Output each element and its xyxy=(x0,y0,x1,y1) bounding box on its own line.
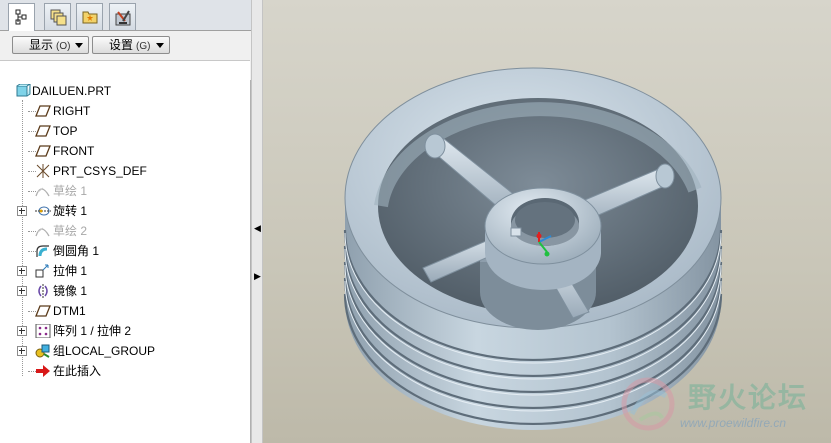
tree-item-top[interactable]: TOP xyxy=(0,121,250,141)
tree-item-local-group[interactable]: 组LOCAL_GROUP xyxy=(0,341,250,361)
tree-item-label: FRONT xyxy=(53,144,95,158)
tree-item-label: 阵列 1 / 拉伸 2 xyxy=(53,324,132,338)
tree-root-label: DAILUEN.PRT xyxy=(32,84,112,98)
tree-item-revolve-1[interactable]: 旋转 1 xyxy=(0,201,250,221)
watermark-url: www.proewildfire.cn xyxy=(680,416,787,430)
watermark-logo xyxy=(621,377,675,431)
pattern-icon xyxy=(35,324,51,338)
tree-item-dtm1[interactable]: DTM1 xyxy=(0,301,250,321)
tab-layers[interactable] xyxy=(44,3,71,30)
insert-here-arrow-icon xyxy=(36,365,50,377)
tree-item-label: 在此插入 xyxy=(53,364,102,378)
expand-toggle[interactable] xyxy=(17,266,27,276)
settings-dropdown-label: 设置 xyxy=(109,38,134,52)
model-tree: DAILUEN.PRT RIGHT TOP FRONT PRT_CSYS_DEF xyxy=(0,80,251,443)
settings-shortcut: (G) xyxy=(136,41,151,52)
chevron-down-icon xyxy=(75,43,83,48)
part-icon xyxy=(16,84,31,97)
tree-item-label: 镜像 1 xyxy=(53,284,88,298)
tree-item-label: PRT_CSYS_DEF xyxy=(53,164,147,178)
tree-item-extrude-1[interactable]: 拉伸 1 xyxy=(0,261,250,281)
round-icon xyxy=(36,245,49,257)
tree-item-mirror-1[interactable]: 镜像 1 xyxy=(0,281,250,301)
tree-item-label: 草绘 2 xyxy=(53,224,88,238)
datum-plane-icon xyxy=(35,105,51,117)
layers-icon xyxy=(50,9,67,26)
model-tree-icon xyxy=(15,9,27,25)
tree-item-sketch-1[interactable]: 草绘 1 xyxy=(0,181,250,201)
chevron-down-icon xyxy=(156,43,164,48)
navigator-tab-strip xyxy=(0,0,253,31)
tree-item-front[interactable]: FRONT xyxy=(0,141,250,161)
tree-item-pattern-1[interactable]: 阵列 1 / 拉伸 2 xyxy=(0,321,250,341)
tree-item-round-1[interactable]: 倒圆角 1 xyxy=(0,241,250,261)
datum-plane-icon xyxy=(35,125,51,137)
expand-toggle[interactable] xyxy=(17,206,27,216)
tree-item-label: 草绘 1 xyxy=(53,184,88,198)
tree-item-label: 组LOCAL_GROUP xyxy=(53,344,156,358)
tree-item-label: 旋转 1 xyxy=(53,204,88,218)
watermark: 野火论坛 www.proewildfire.cn xyxy=(618,372,828,440)
sketch-icon xyxy=(35,227,50,237)
coordinate-system-icon xyxy=(36,164,50,178)
tab-favorites[interactable] xyxy=(76,3,103,30)
tree-item-label: 拉伸 1 xyxy=(53,264,88,278)
tab-tools[interactable] xyxy=(109,3,136,30)
group-icon xyxy=(35,344,50,358)
tree-item-label: TOP xyxy=(53,124,78,138)
tree-item-insert-here[interactable]: 在此插入 xyxy=(0,361,250,381)
datum-plane-icon xyxy=(35,145,51,157)
tree-item-label: RIGHT xyxy=(53,104,91,118)
extrude-icon xyxy=(35,264,49,278)
expand-toggle[interactable] xyxy=(17,286,27,296)
tree-toolbar: 显示 (O) 设置 (G) xyxy=(0,31,253,57)
graphics-viewport[interactable]: 野火论坛 www.proewildfire.cn xyxy=(263,0,831,443)
show-dropdown-label: 显示 xyxy=(29,38,54,52)
show-shortcut: (O) xyxy=(56,41,71,52)
expand-toggle[interactable] xyxy=(17,346,27,356)
mirror-icon xyxy=(38,284,48,298)
tree-item-right[interactable]: RIGHT xyxy=(0,101,250,121)
tab-model-tree[interactable] xyxy=(8,3,35,31)
datum-plane-icon xyxy=(35,305,51,317)
expand-right-arrow-icon[interactable]: ▶ xyxy=(254,272,261,281)
tree-item-label: DTM1 xyxy=(53,304,86,318)
sketch-icon xyxy=(35,187,50,197)
show-dropdown-button[interactable]: 显示 (O) xyxy=(12,36,89,54)
favorites-icon xyxy=(82,11,98,24)
tools-icon xyxy=(115,10,131,26)
expand-toggle[interactable] xyxy=(17,326,27,336)
tree-column-header xyxy=(0,60,250,81)
tree-item-sketch-2[interactable]: 草绘 2 xyxy=(0,221,250,241)
watermark-title: 野火论坛 xyxy=(688,381,809,414)
tree-root-item[interactable]: DAILUEN.PRT xyxy=(0,81,250,101)
settings-dropdown-button[interactable]: 设置 (G) xyxy=(92,36,170,54)
collapse-left-arrow-icon[interactable]: ◀ xyxy=(254,224,261,233)
revolve-icon xyxy=(35,206,51,216)
tree-item-csys[interactable]: PRT_CSYS_DEF xyxy=(0,161,250,181)
tree-item-label: 倒圆角 1 xyxy=(53,244,100,258)
navigator-panel: 显示 (O) 设置 (G) DAILUEN.PRT RIGHT TOP FRON… xyxy=(0,0,253,443)
panel-splitter[interactable]: ◀ ▶ xyxy=(251,0,263,443)
